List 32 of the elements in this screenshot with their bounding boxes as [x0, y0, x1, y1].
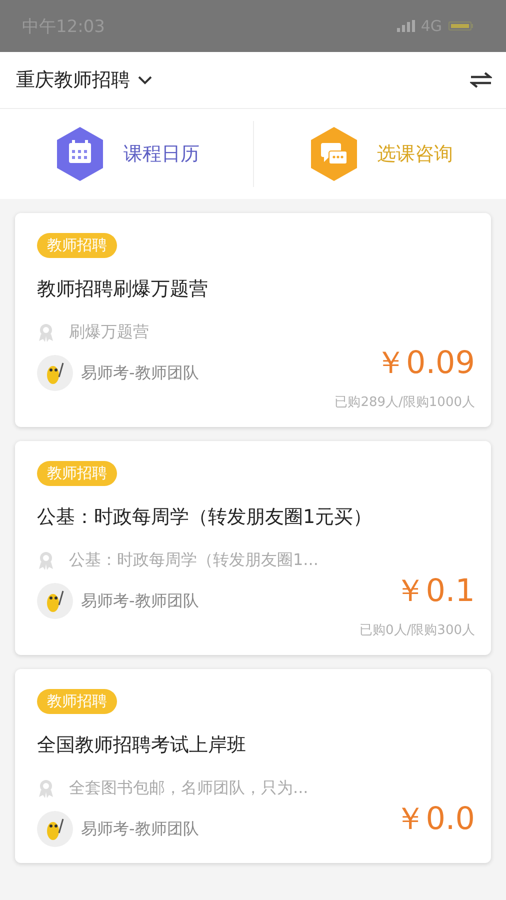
city-dropdown[interactable]: 重庆教师招聘	[16, 67, 152, 93]
medal-icon	[37, 550, 55, 570]
sold-count: 已购289人/限购1000人	[334, 394, 475, 411]
signal-icon	[396, 20, 415, 32]
category-tag: 教师招聘	[37, 233, 117, 258]
medal-icon	[37, 778, 55, 798]
course-card[interactable]: 教师招聘 教师招聘刷爆万题营 刷爆万题营 易师考-教师团队 ￥0.09 已购289人/限购1000人	[15, 213, 491, 427]
course-title: 全国教师招聘考试上岸班	[37, 733, 246, 758]
price: ￥0.0	[394, 800, 475, 839]
author-name: 易师考-教师团队	[81, 362, 199, 384]
chevron-down-icon	[138, 76, 152, 84]
shortcut-button[interactable]: 课程日历	[0, 125, 252, 183]
swap-icon[interactable]	[470, 72, 492, 88]
sold-count: 已购0人/限购300人	[360, 622, 475, 639]
battery-icon	[448, 21, 474, 31]
avatar-icon	[37, 583, 73, 619]
avatar-icon	[37, 811, 73, 847]
category-tag: 教师招聘	[37, 689, 117, 714]
course-card[interactable]: 教师招聘 公基：时政每周学（转发朋友圈1元买） 公基：时政每周学（转发朋友圈1... 易师考-教师团队 ￥0.1 已购0人/限购300人	[15, 441, 491, 655]
author-name: 易师考-教师团队	[81, 818, 199, 840]
course-title: 教师招聘刷爆万题营	[37, 277, 208, 302]
course-subtitle: 全套图书包邮，名师团队，只为...	[69, 778, 308, 799]
course-subtitle: 刷爆万题营	[69, 322, 149, 343]
course-card[interactable]: 教师招聘 全国教师招聘考试上岸班 全套图书包邮，名师团队，只为... 易师考-教师团队 ￥0.0	[15, 669, 491, 863]
course-title: 公基：时政每周学（转发朋友圈1元买）	[37, 505, 372, 530]
author-name: 易师考-教师团队	[81, 590, 199, 612]
medal-icon	[37, 322, 55, 342]
avatar-icon	[37, 355, 73, 391]
price: ￥0.09	[374, 344, 475, 383]
category-tag: 教师招聘	[37, 461, 117, 486]
price: ￥0.1	[394, 572, 475, 611]
course-subtitle: 公基：时政每周学（转发朋友圈1...	[69, 550, 318, 571]
